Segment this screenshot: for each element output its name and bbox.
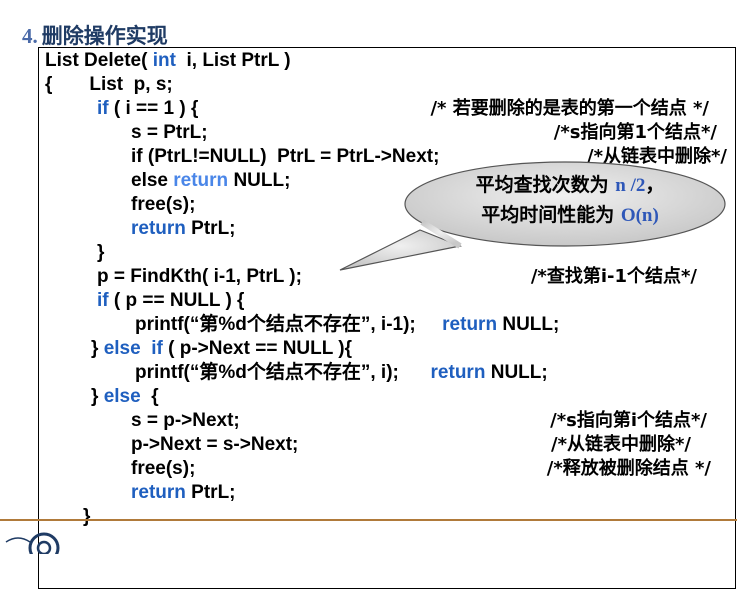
code-line-1: List Delete( int i, List PtrL ) (45, 50, 291, 71)
code-line-14: printf(“第%d个结点不存在”, i); return NULL; (135, 362, 548, 383)
callout-bubble: 平均查找次数为 n /2， 平均时间性能为 O(n) (330, 160, 730, 300)
code-line-6: else return NULL; (131, 170, 291, 191)
code-line-20: } (83, 506, 91, 527)
code-line-15: } else { (91, 386, 159, 407)
section-title: 删除操作实现 (41, 24, 168, 48)
code-block: List Delete( int i, List PtrL ) { List p… (38, 47, 736, 589)
code-line-2: { List p, s; (45, 74, 173, 95)
section-heading: 4. 删除操作实现 (22, 20, 168, 50)
code-line-3: if ( i == 1 ) { (97, 98, 199, 119)
comment-free-node: /*释放被删除结点 */ (546, 458, 711, 479)
code-line-4: s = PtrL; (131, 122, 208, 143)
comment-remove-2: /*从链表中删除*/ (551, 434, 691, 455)
section-number: 4. (22, 24, 38, 48)
code-line-13: } else if ( p->Next == NULL ){ (91, 338, 352, 359)
code-line-8: return PtrL; (131, 218, 236, 239)
code-line-16: s = p->Next; (131, 410, 240, 431)
callout-line-1: 平均查找次数为 n /2， (475, 174, 665, 196)
code-line-7: free(s); (131, 194, 196, 215)
code-line-10: p = FindKth( i-1, PtrL ); (97, 266, 302, 287)
code-line-11: if ( p == NULL ) { (97, 290, 245, 311)
comment-first-node: /* 若要删除的是表的第一个结点 */ (430, 98, 709, 119)
comment-s-ith: /*s指向第i个结点*/ (550, 410, 707, 431)
code-line-9: } (97, 242, 105, 263)
code-line-12: printf(“第%d个结点不存在”, i-1); return NULL; (135, 314, 560, 335)
footer-divider (0, 519, 737, 521)
code-line-19: return PtrL; (131, 482, 236, 503)
code-line-17: p->Next = s->Next; (131, 434, 299, 455)
comment-s-first: /*s指向第1个结点*/ (553, 122, 717, 143)
code-line-18: free(s); (131, 458, 196, 479)
callout-line-2: 平均时间性能为 O(n) (481, 204, 659, 226)
university-logo-icon (5, 532, 60, 554)
